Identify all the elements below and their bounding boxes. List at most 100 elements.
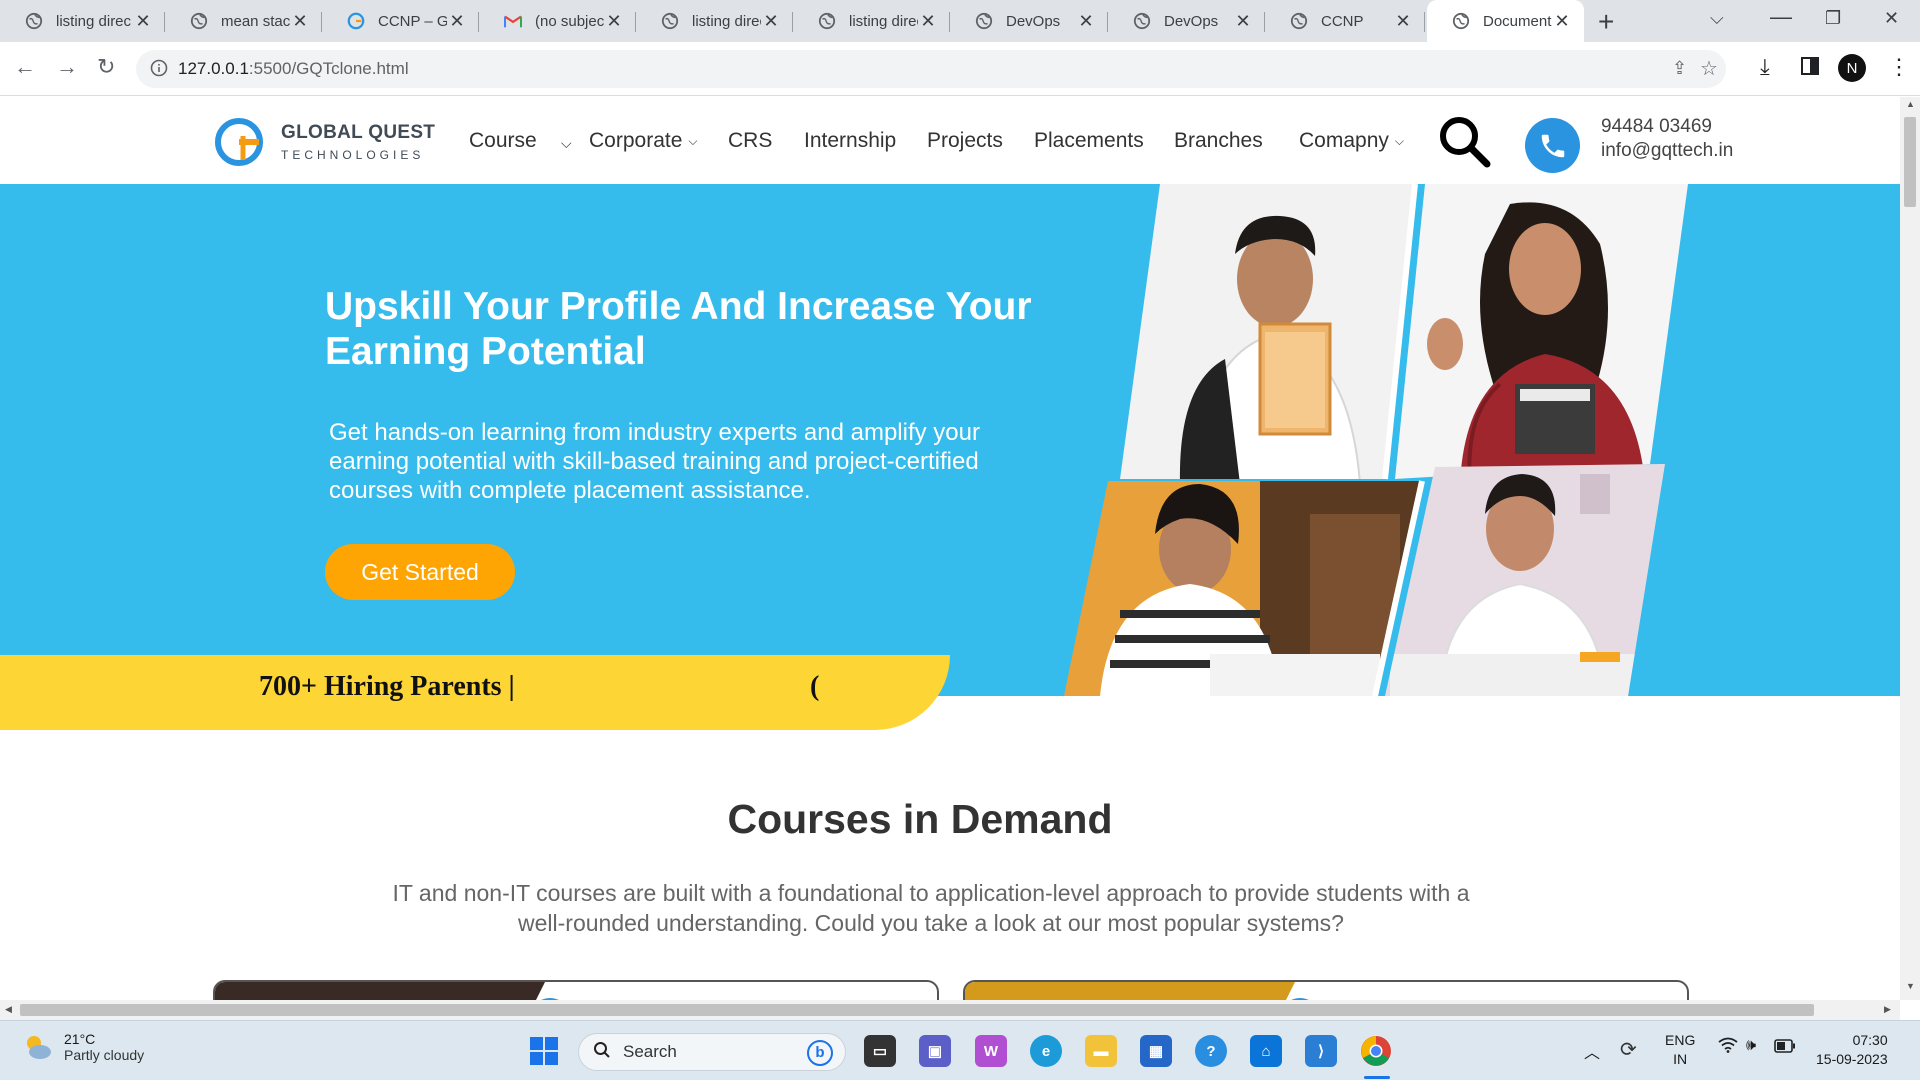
course-card[interactable] [213,980,939,1000]
quick-assist-icon[interactable]: ⌂ [1250,1035,1282,1067]
get-started-button[interactable]: Get Started [325,544,515,600]
back-icon[interactable]: ← [14,54,36,80]
info-icon[interactable] [150,59,168,82]
sync-icon[interactable]: ⟳ [1620,1037,1637,1062]
close-tab-icon[interactable]: ✕ [1552,11,1572,32]
windows-taskbar: 21°C Partly cloudy Search b ▭ ▣ W e ▬ ▦ … [0,1020,1920,1080]
weather-widget[interactable]: 21°C Partly cloudy [22,1031,144,1063]
site-logo[interactable]: GLOBAL QUEST TECHNOLOGIES [213,114,435,170]
partly-cloudy-icon [27,1036,51,1059]
phone-icon[interactable] [1525,118,1580,173]
browser-tab[interactable]: mean stack ✕ [165,0,322,42]
vertical-scroll-thumb[interactable] [1904,117,1916,207]
close-tab-icon[interactable]: ✕ [1393,11,1413,32]
nav-corporate[interactable]: Corporate ⌵ [589,129,698,153]
nav-projects[interactable]: Projects [927,129,1003,153]
share-icon[interactable]: ⇪ [1672,58,1687,79]
nav-branches[interactable]: Branches [1174,129,1263,153]
task-view-icon[interactable]: ▭ [864,1035,896,1067]
courses-title: Courses in Demand [727,796,1113,842]
scroll-right-icon[interactable]: ▶ [1884,1004,1891,1015]
tips-icon[interactable]: ? [1195,1035,1227,1067]
tab-title: CCNP [1321,12,1364,30]
close-tab-icon[interactable]: ✕ [1076,11,1096,32]
globe-icon [24,11,44,31]
side-panel-icon[interactable] [1800,56,1820,82]
browser-tab[interactable]: DevOps ✕ [950,0,1108,42]
browser-tab[interactable]: CCNP – Glo ✕ [322,0,479,42]
restore-icon[interactable]: ❐ [1825,8,1841,29]
browser-tab[interactable]: CCNP ✕ [1265,0,1425,42]
search-placeholder: Search [623,1042,677,1061]
browser-tab[interactable]: listing direc ✕ [793,0,950,42]
wps-office-icon[interactable]: W [975,1035,1007,1067]
download-icon[interactable]: ⤓ [1760,54,1770,80]
new-tab-icon[interactable]: + [1598,6,1614,38]
windows-start-icon[interactable] [528,1035,560,1067]
nav-company[interactable]: Comapny ⌵ [1299,129,1404,153]
horizontal-scrollbar[interactable]: ◀ ▶ [0,1000,1900,1020]
minimize-icon[interactable]: — [1770,4,1792,30]
close-tab-icon[interactable]: ✕ [290,11,310,32]
typing-glyph: ( [810,671,820,702]
bookmark-star-icon[interactable]: ☆ [1700,56,1718,81]
nav-placements[interactable]: Placements [1034,129,1144,153]
contact-phone[interactable]: 94484 03469 [1601,116,1712,138]
forward-icon[interactable]: → [56,54,78,80]
chrome-icon[interactable] [1360,1035,1392,1067]
course-card[interactable] [963,980,1689,1000]
vscode-icon[interactable]: ⟩ [1305,1035,1337,1067]
browser-tab-active[interactable]: Document ✕ [1427,0,1584,42]
globe-icon [817,11,837,31]
tab-title: listing direc [56,12,132,30]
close-tab-icon[interactable]: ✕ [604,11,624,32]
wifi-icon[interactable] [1718,1037,1738,1058]
scroll-down-icon[interactable]: ▼ [1906,981,1915,991]
profile-avatar[interactable]: N [1838,54,1866,82]
horizontal-scroll-thumb[interactable] [20,1004,1814,1016]
vertical-scrollbar[interactable]: ▲ ▼ [1900,97,1920,1000]
url-text: 127.0.0.1:5500/GQTclone.html [178,59,409,78]
hiring-partners-band: 700+ Hiring Parents | ( [0,655,950,730]
contact-email[interactable]: info@gqttech.in [1601,140,1733,162]
gqt-logo-icon [215,118,263,166]
chevron-down-icon[interactable]: ⌵ [561,135,572,152]
close-tab-icon[interactable]: ✕ [918,11,938,32]
tray-chevron-up-icon[interactable]: ︿ [1584,1039,1600,1063]
address-bar[interactable]: 127.0.0.1:5500/GQTclone.html ⇪ ☆ [136,50,1726,88]
reload-icon[interactable]: ↻ [97,54,115,80]
system-clock[interactable]: 07:30 15-09-2023 [1816,1031,1888,1069]
close-window-icon[interactable]: ✕ [1884,8,1899,29]
page-viewport: GLOBAL QUEST TECHNOLOGIES Course ⌵ Corpo… [0,97,1900,1000]
browser-tab[interactable]: listing direc ✕ [0,0,165,42]
nav-internship[interactable]: Internship [804,129,896,153]
search-icon[interactable] [1437,114,1493,175]
bing-icon[interactable]: b [807,1040,833,1066]
close-tab-icon[interactable]: ✕ [1233,11,1253,32]
nav-course[interactable]: Course [469,129,537,153]
browser-tab[interactable]: listing direc ✕ [636,0,793,42]
tab-search-chevron-icon[interactable]: ⌵ [1710,8,1724,29]
edge-icon[interactable]: e [1030,1035,1062,1067]
close-tab-icon[interactable]: ✕ [761,11,781,32]
nav-crs[interactable]: CRS [728,129,772,153]
teams-chat-icon[interactable]: ▣ [919,1035,951,1067]
course-card-image [215,982,535,1000]
volume-icon[interactable]: 🕪 [1746,1037,1756,1055]
close-tab-icon[interactable]: ✕ [447,11,467,32]
menu-kebab-icon[interactable]: ⋮ [1888,54,1910,80]
course-card-image [965,982,1285,1000]
close-tab-icon[interactable]: ✕ [133,11,153,32]
browser-tab[interactable]: DevOps ✕ [1108,0,1265,42]
taskbar-search[interactable]: Search b [578,1033,846,1071]
globe-icon [974,11,994,31]
hiring-partners-text: 700+ Hiring Parents | [259,671,515,702]
globe-icon [1132,11,1152,31]
language-indicator[interactable]: ENG IN [1665,1031,1695,1069]
scroll-up-icon[interactable]: ▲ [1906,99,1915,109]
battery-icon[interactable] [1774,1039,1796,1056]
browser-tab[interactable]: (no subject) ✕ [479,0,636,42]
microsoft-store-icon[interactable]: ▦ [1140,1035,1172,1067]
scroll-left-icon[interactable]: ◀ [5,1004,12,1015]
file-explorer-icon[interactable]: ▬ [1085,1035,1117,1067]
